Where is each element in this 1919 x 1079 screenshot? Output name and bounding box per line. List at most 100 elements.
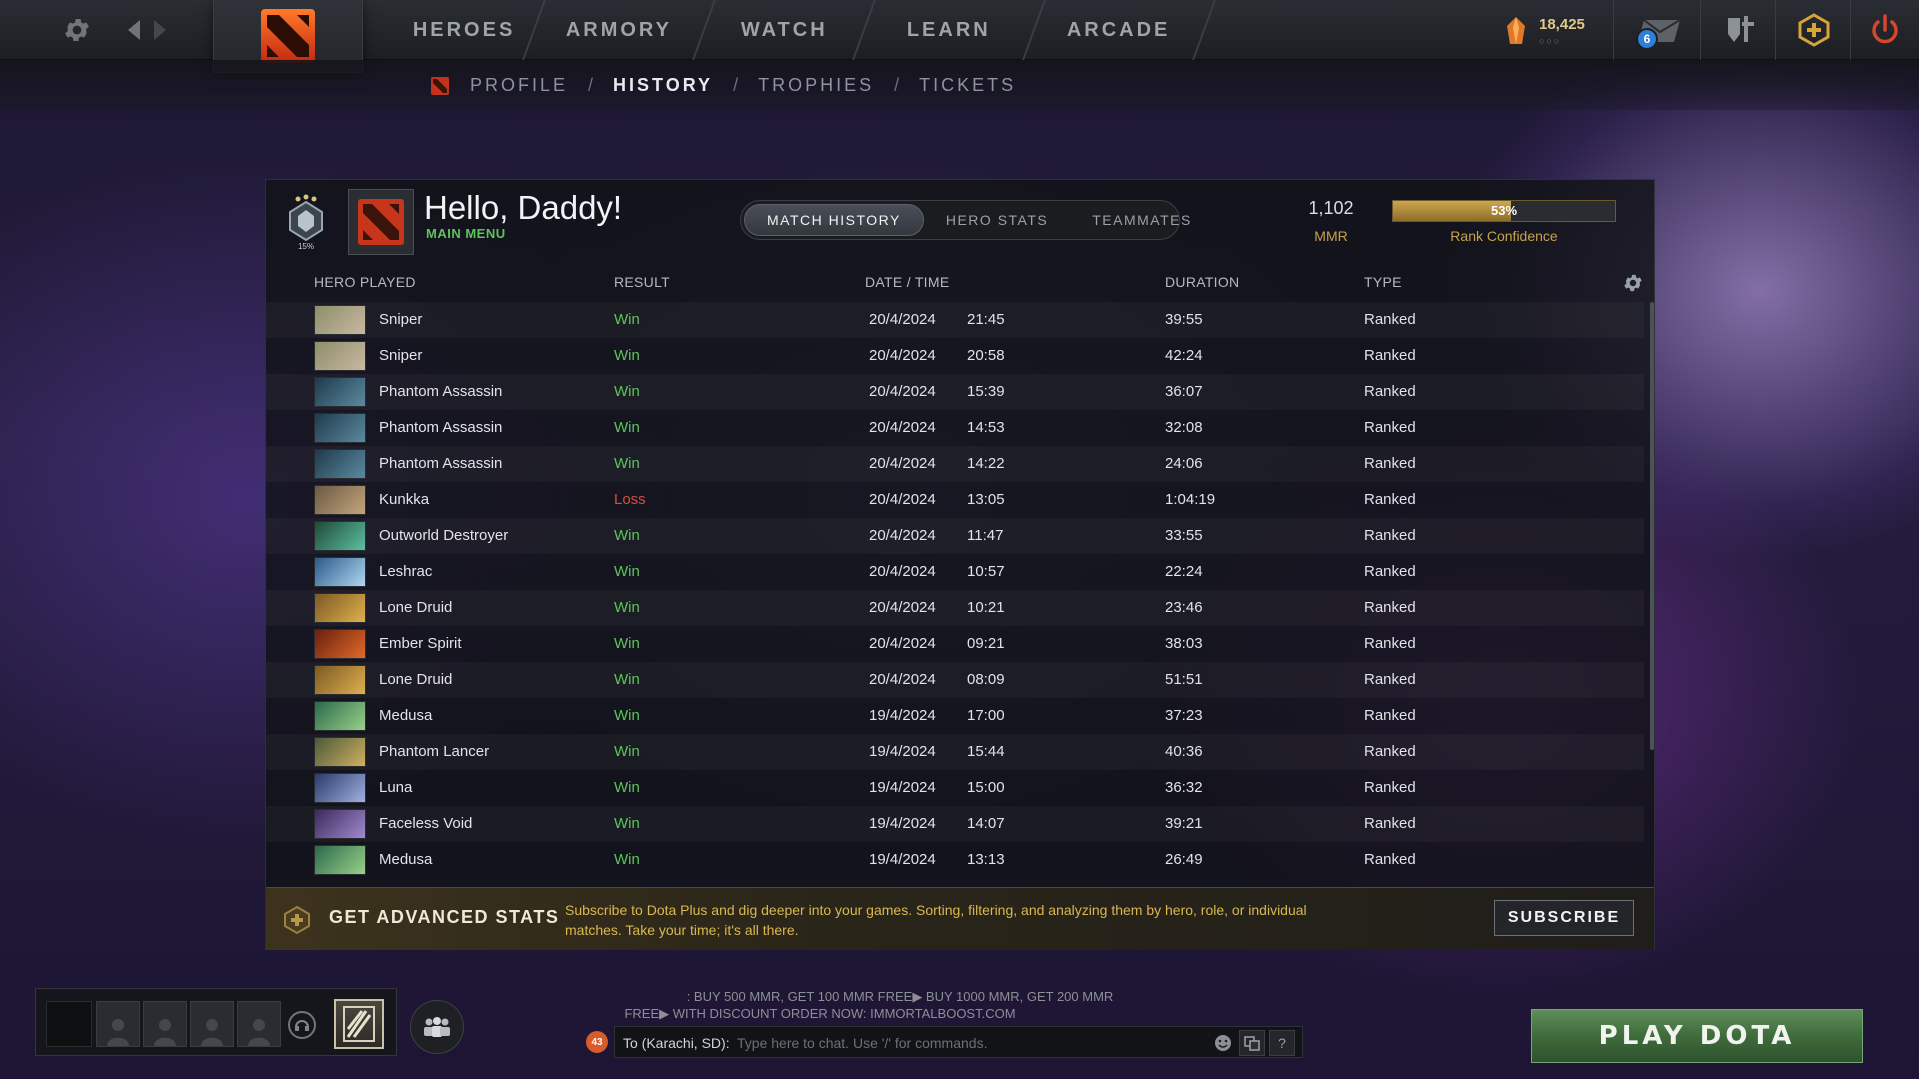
nav-watch[interactable]: WATCH (694, 0, 876, 60)
forward-arrow-icon[interactable] (150, 18, 170, 42)
shards-value: 18,425 (1539, 16, 1585, 33)
header-type[interactable]: TYPE (1364, 274, 1402, 290)
tab-hero-stats[interactable]: HERO STATS (924, 204, 1070, 236)
hero-portrait (314, 449, 366, 479)
table-row[interactable]: Sniper Win 20/4/2024 21:45 39:55 Ranked (266, 302, 1644, 338)
party-invite-slot[interactable] (143, 1001, 187, 1047)
match-duration: 32:08 (1165, 419, 1203, 436)
match-result: Win (614, 311, 640, 328)
shard-icon (1507, 17, 1525, 44)
match-result: Win (614, 599, 640, 616)
table-row[interactable]: Sniper Win 20/4/2024 20:58 42:24 Ranked (266, 338, 1644, 374)
match-type: Ranked (1364, 347, 1416, 364)
chat-translate-button[interactable] (1239, 1030, 1265, 1056)
table-row[interactable]: Leshrac Win 20/4/2024 10:57 22:24 Ranked (266, 554, 1644, 590)
header-duration[interactable]: DURATION (1165, 274, 1239, 290)
tab-teammates[interactable]: TEAMMATES (1070, 204, 1214, 236)
match-result: Win (614, 743, 640, 760)
match-list: Sniper Win 20/4/2024 21:45 39:55 Ranked Sniper… (266, 302, 1656, 887)
table-row[interactable]: Phantom Assassin Win 20/4/2024 14:22 24:06 Ra… (266, 446, 1644, 482)
subnav-tickets[interactable]: TICKETS (919, 75, 1016, 96)
chat-bar: To (Karachi, SD): ? (614, 1026, 1303, 1058)
match-type: Ranked (1364, 527, 1416, 544)
subnav-trophies[interactable]: TROPHIES (758, 75, 874, 96)
table-row[interactable]: Outworld Destroyer Win 20/4/2024 11:47 33:55… (266, 518, 1644, 554)
header-datetime[interactable]: DATE / TIME (865, 274, 949, 290)
emoji-icon[interactable] (1213, 1033, 1233, 1053)
match-type: Ranked (1364, 743, 1416, 760)
table-row[interactable]: Phantom Lancer Win 19/4/2024 15:44 40:36 Rank… (266, 734, 1644, 770)
rank-medal[interactable]: 15% (282, 194, 330, 252)
match-time: 10:57 (967, 563, 1005, 580)
friends-button[interactable] (410, 1000, 464, 1054)
table-header: HERO PLAYED RESULT DATE / TIME DURATION … (266, 268, 1656, 298)
match-duration: 51:51 (1165, 671, 1203, 688)
table-row[interactable]: Medusa Win 19/4/2024 17:00 37:23 Ranked (266, 698, 1644, 734)
party-invite-slot[interactable] (237, 1001, 281, 1047)
hero-portrait (314, 485, 366, 515)
avatar[interactable] (348, 189, 414, 255)
chat-unread-badge[interactable]: 43 (586, 1031, 608, 1053)
match-duration: 38:03 (1165, 635, 1203, 652)
header-hero[interactable]: HERO PLAYED (314, 274, 416, 290)
hero-name: Phantom Assassin (379, 419, 503, 436)
hero-portrait (314, 593, 366, 623)
subnav-history[interactable]: HISTORY (613, 75, 713, 96)
match-date: 20/4/2024 (869, 599, 936, 616)
match-time: 15:39 (967, 383, 1005, 400)
chat-input[interactable] (737, 1031, 1207, 1055)
nav-armory[interactable]: ARMORY (524, 0, 716, 60)
voice-chat-button[interactable] (288, 1011, 316, 1039)
play-dota-button[interactable]: PLAY DOTA (1531, 1009, 1863, 1063)
chat-channel-label[interactable]: To (Karachi, SD): (623, 1035, 730, 1051)
table-row[interactable]: Medusa Win 19/4/2024 13:13 26:49 Ranked (266, 842, 1644, 878)
match-result: Win (614, 563, 640, 580)
main-menu-link[interactable]: MAIN MENU (426, 226, 506, 241)
table-row[interactable]: Ember Spirit Win 20/4/2024 09:21 38:03 Ranked (266, 626, 1644, 662)
table-row[interactable]: Kunkka Loss 20/4/2024 13:05 1:04:19 Ranked (266, 482, 1644, 518)
guild-banner[interactable] (334, 999, 384, 1049)
dota-plus-icon[interactable] (1795, 12, 1833, 48)
back-arrow-icon[interactable] (124, 18, 144, 42)
header-result[interactable]: RESULT (614, 274, 670, 290)
match-date: 20/4/2024 (869, 311, 936, 328)
hero-name: Sniper (379, 311, 423, 328)
party-invite-slot[interactable] (96, 1001, 140, 1047)
settings-gear-icon[interactable] (1622, 272, 1644, 294)
match-duration: 39:55 (1165, 311, 1203, 328)
shards-counter[interactable]: 18,425 ○○○ (1505, 14, 1595, 48)
power-icon[interactable] (1866, 12, 1904, 48)
match-time: 13:13 (967, 851, 1005, 868)
subnav-separator: / (894, 75, 900, 95)
table-row[interactable]: Faceless Void Win 19/4/2024 14:07 39:21 Ranke… (266, 806, 1644, 842)
subscribe-button[interactable]: SUBSCRIBE (1494, 900, 1634, 936)
hero-portrait (314, 737, 366, 767)
hero-name: Outworld Destroyer (379, 527, 509, 544)
match-date: 19/4/2024 (869, 707, 936, 724)
tab-match-history[interactable]: MATCH HISTORY (744, 204, 924, 236)
match-duration: 33:55 (1165, 527, 1203, 544)
nav-arcade[interactable]: ARCADE (1024, 0, 1216, 60)
nav-learn[interactable]: LEARN (854, 0, 1046, 60)
rank-confidence-text: 53% (1490, 203, 1518, 218)
match-duration: 40:36 (1165, 743, 1203, 760)
nav-heroes[interactable]: HEROES (384, 0, 546, 60)
table-row[interactable]: Phantom Assassin Win 20/4/2024 15:39 36:07 Ra… (266, 374, 1644, 410)
party-invite-slot[interactable] (190, 1001, 234, 1047)
table-row[interactable]: Lone Druid Win 20/4/2024 10:21 23:46 Ranked (266, 590, 1644, 626)
rank-medal-icon (289, 194, 323, 242)
table-row[interactable]: Phantom Assassin Win 20/4/2024 14:53 32:08 Ra… (266, 410, 1644, 446)
armory-icon[interactable] (1722, 12, 1760, 48)
subnav-profile[interactable]: PROFILE (470, 75, 568, 96)
table-row[interactable]: Luna Win 19/4/2024 15:00 36:32 Ranked (266, 770, 1644, 806)
hero-name: Phantom Lancer (379, 743, 490, 760)
match-type: Ranked (1364, 311, 1416, 328)
chat-help-button[interactable]: ? (1269, 1030, 1295, 1056)
gear-icon[interactable] (62, 15, 92, 45)
match-result: Win (614, 671, 640, 688)
party-leader-slot[interactable] (46, 1001, 92, 1047)
scrollbar[interactable] (1650, 302, 1654, 750)
match-duration: 23:46 (1165, 599, 1203, 616)
promo-text: Subscribe to Dota Plus and dig deeper in… (565, 902, 1307, 938)
table-row[interactable]: Lone Druid Win 20/4/2024 08:09 51:51 Ranked (266, 662, 1644, 698)
